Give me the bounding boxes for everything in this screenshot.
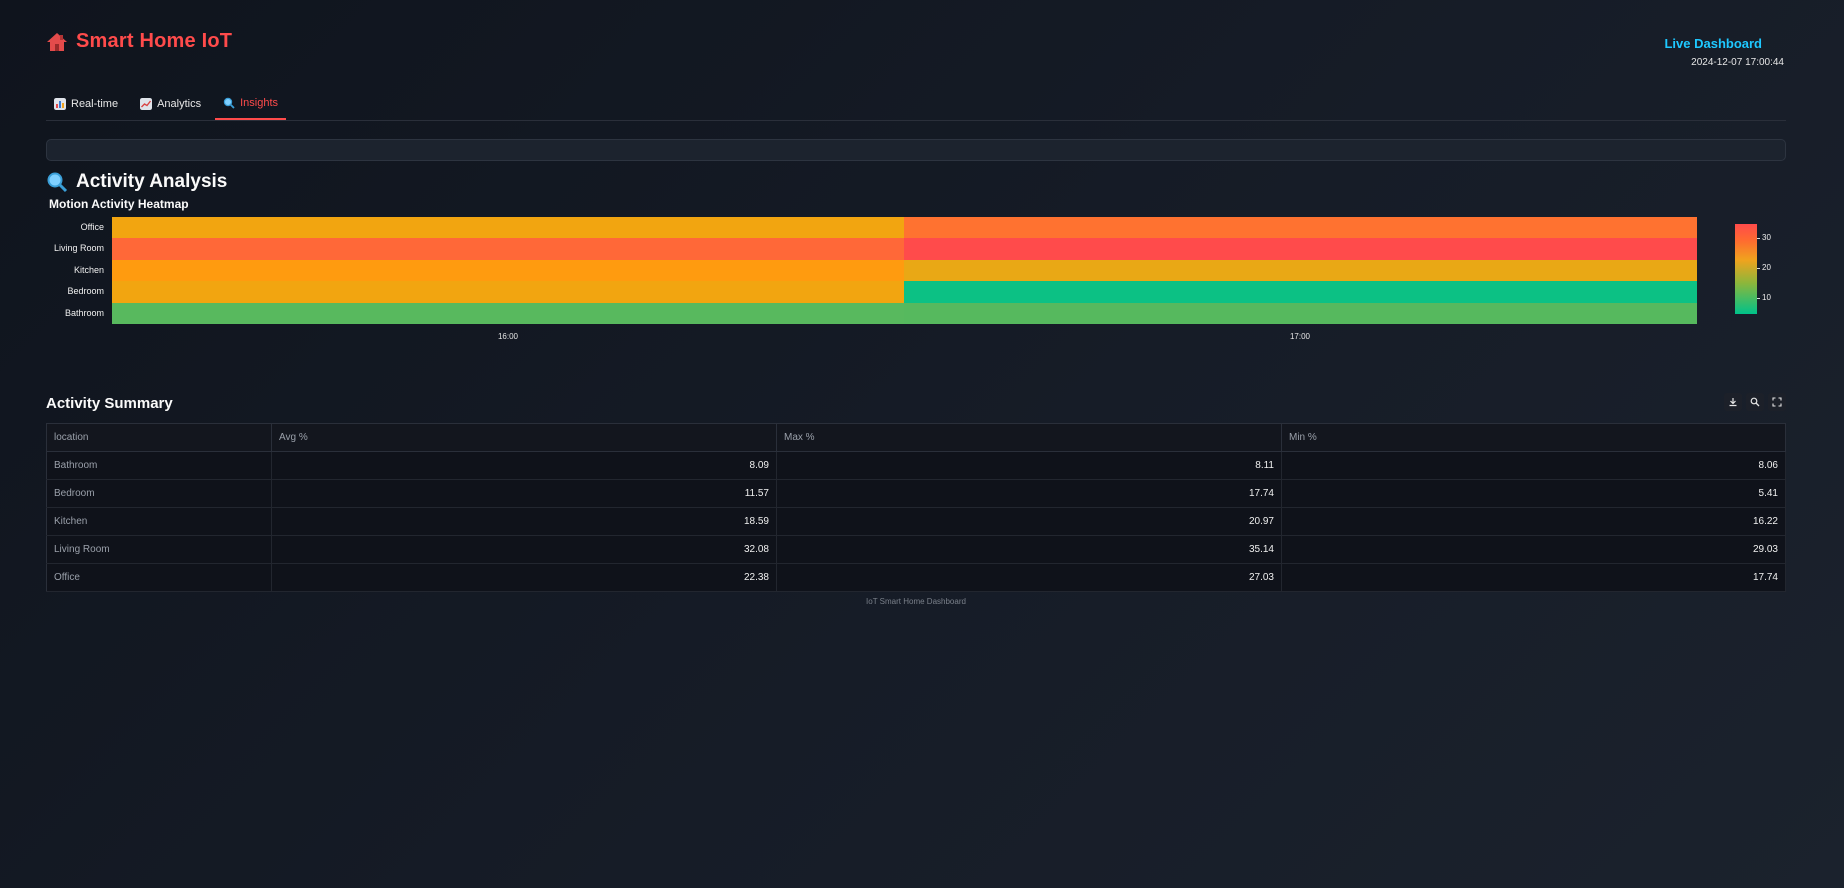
heatmap-y-label: Bedroom xyxy=(67,286,104,297)
app-logo: Smart Home IoT xyxy=(46,30,232,53)
colorbar-tick-label: 20 xyxy=(1757,263,1771,272)
tab-real-time-label: Real-time xyxy=(71,97,119,110)
heatmap-y-label: Office xyxy=(80,222,104,232)
heatmap-y-label: Kitchen xyxy=(73,264,104,275)
cell-avg[interactable]: 32.08 xyxy=(271,535,777,564)
cell-location[interactable]: Kitchen xyxy=(46,507,272,536)
cell-min[interactable]: 16.22 xyxy=(1281,507,1786,536)
colorbar-tick-label: 10 xyxy=(1757,293,1771,302)
magnifier-icon xyxy=(223,97,235,109)
table-toolbar xyxy=(1724,393,1786,411)
column-header-location[interactable]: location xyxy=(46,423,272,452)
heatmap-cell[interactable] xyxy=(904,302,1697,325)
cell-location[interactable]: Bathroom xyxy=(46,451,272,480)
table-row: Living Room 32.08 35.14 29.03 xyxy=(46,535,1786,564)
download-icon xyxy=(1729,398,1737,407)
cell-max[interactable]: 17.74 xyxy=(776,479,1282,508)
footer-text: IoT Smart Home Dashboard xyxy=(866,597,966,606)
cell-location[interactable]: Bedroom xyxy=(46,479,272,508)
colorbar-tick-label: 30 xyxy=(1757,233,1771,242)
app: Smart Home IoT Live Dashboard 2024-12-07… xyxy=(46,0,1786,606)
tab-insights-label: Insights xyxy=(240,96,279,109)
tab-insights[interactable]: Insights xyxy=(215,87,287,120)
motion-heatmap[interactable]: Office Living Room Kitchen Bedroom Bathroom 1… xyxy=(46,217,1786,367)
column-header-max[interactable]: Max % xyxy=(776,423,1282,452)
activity-summary-table: location Avg % Max % Min % Bathroom 8.09… xyxy=(46,423,1786,592)
tab-analytics-label: Analytics xyxy=(157,97,202,110)
house-icon xyxy=(47,32,67,51)
cell-max[interactable]: 8.11 xyxy=(776,451,1282,480)
cell-avg[interactable]: 18.59 xyxy=(271,507,777,536)
heatmap-cell[interactable] xyxy=(112,217,905,239)
heatmap-title: Motion Activity Heatmap xyxy=(49,197,189,211)
line-chart-icon xyxy=(140,97,153,110)
heatmap-cell[interactable] xyxy=(112,281,905,304)
table-header-row: location Avg % Max % Min % xyxy=(46,423,1786,452)
table-row: Bathroom 8.09 8.11 8.06 xyxy=(46,451,1786,480)
heatmap-cell[interactable] xyxy=(904,238,1697,261)
cell-max[interactable]: 35.14 xyxy=(776,535,1282,564)
fullscreen-icon xyxy=(1772,397,1782,407)
summary-header: Activity Summary xyxy=(46,393,1786,417)
cell-avg[interactable]: 11.57 xyxy=(271,479,777,508)
timestamp: 2024-12-07 17:00:44 xyxy=(1691,57,1784,68)
cell-avg[interactable]: 8.09 xyxy=(271,451,777,480)
cell-min[interactable]: 8.06 xyxy=(1281,451,1786,480)
cell-min[interactable]: 5.41 xyxy=(1281,479,1786,508)
cell-min[interactable]: 17.74 xyxy=(1281,563,1786,592)
app-title: Smart Home IoT xyxy=(76,30,233,52)
cell-min[interactable]: 29.03 xyxy=(1281,535,1786,564)
column-header-min[interactable]: Min % xyxy=(1281,423,1786,452)
cell-max[interactable]: 20.97 xyxy=(776,507,1282,536)
table-row: Bedroom 11.57 17.74 5.41 xyxy=(46,479,1786,508)
magnifier-icon xyxy=(47,172,68,193)
download-button[interactable] xyxy=(1724,393,1742,411)
heatmap-x-label: 17:00 xyxy=(1289,332,1311,341)
cell-max[interactable]: 27.03 xyxy=(776,563,1282,592)
cell-avg[interactable]: 22.38 xyxy=(271,563,777,592)
cell-location[interactable]: Living Room xyxy=(46,535,272,564)
cell-location[interactable]: Office xyxy=(46,563,272,592)
heatmap-cell[interactable] xyxy=(904,281,1697,304)
tab-analytics[interactable]: Analytics xyxy=(132,87,209,120)
heatmap-y-label: Living Room xyxy=(53,243,104,254)
column-header-avg[interactable]: Avg % xyxy=(271,423,777,452)
search-button[interactable] xyxy=(1746,393,1764,411)
section-header: Activity Analysis xyxy=(46,171,1786,193)
header: Smart Home IoT Live Dashboard 2024-12-07… xyxy=(46,0,1786,80)
fullscreen-button[interactable] xyxy=(1768,393,1786,411)
heatmap-cell[interactable] xyxy=(112,259,905,282)
live-dashboard-label: Live Dashboard xyxy=(1664,36,1762,51)
heatmap-cell[interactable] xyxy=(112,302,905,325)
info-banner xyxy=(46,139,1786,161)
heatmap-cell[interactable] xyxy=(904,259,1697,282)
section-title: Activity Analysis xyxy=(76,171,228,192)
table-row: Office 22.38 27.03 17.74 xyxy=(46,563,1786,592)
tab-bar: Real-time Analytics Insights xyxy=(46,80,1786,121)
heatmap-cell[interactable] xyxy=(904,217,1697,239)
heatmap-cell[interactable] xyxy=(112,238,905,261)
search-icon xyxy=(1750,397,1760,407)
table-row: Kitchen 18.59 20.97 16.22 xyxy=(46,507,1786,536)
heatmap-colorbar xyxy=(1735,224,1757,314)
bar-chart-icon xyxy=(54,97,66,110)
heatmap-y-label: Bathroom xyxy=(64,307,104,318)
tab-real-time[interactable]: Real-time xyxy=(46,87,126,120)
heatmap-x-label: 16:00 xyxy=(497,332,519,341)
summary-title: Activity Summary xyxy=(46,395,173,412)
